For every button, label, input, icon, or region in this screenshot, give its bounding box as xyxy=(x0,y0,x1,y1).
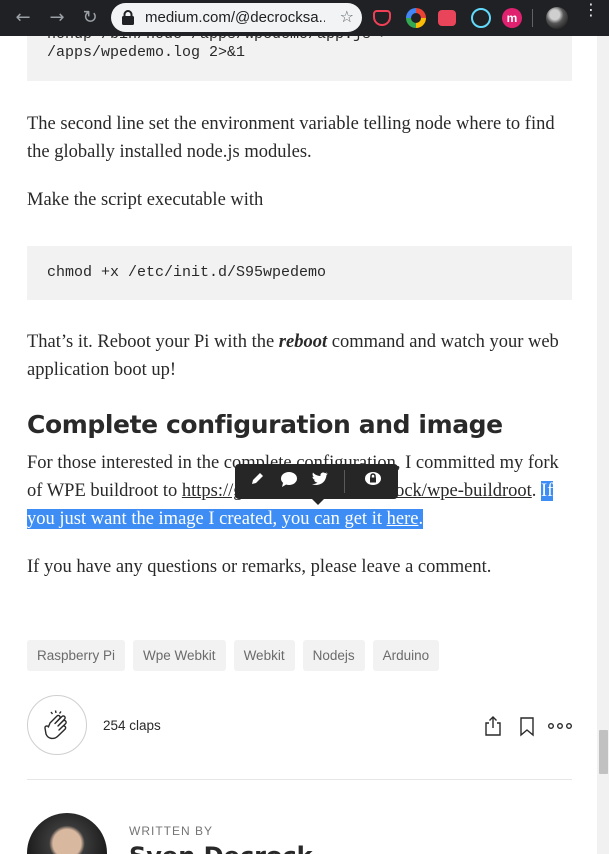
scrollbar-thumb[interactable] xyxy=(599,730,608,774)
google-extension-icon[interactable] xyxy=(406,8,426,28)
share-icon[interactable] xyxy=(482,715,504,737)
comment-icon[interactable] xyxy=(275,468,303,495)
toolbar-divider xyxy=(532,9,533,27)
paragraph: The second line set the environment vari… xyxy=(27,114,555,162)
image-link[interactable]: here xyxy=(387,509,419,529)
tag-arduino[interactable]: Arduino xyxy=(372,640,440,671)
react-devtools-icon[interactable] xyxy=(471,8,491,28)
clap-count: 254 claps xyxy=(103,718,161,733)
emphasis: reboot xyxy=(278,332,328,352)
text: . xyxy=(418,509,424,529)
reload-icon[interactable]: ↻ xyxy=(77,5,103,31)
clap-icon xyxy=(44,710,67,740)
more-options-icon[interactable] xyxy=(547,715,573,737)
menu-icon[interactable]: ⋮ xyxy=(583,2,599,18)
author-avatar[interactable] xyxy=(27,813,107,854)
bookmark-icon[interactable] xyxy=(516,715,538,737)
private-note-icon[interactable] xyxy=(359,468,387,495)
twitter-icon[interactable] xyxy=(306,468,334,495)
written-by-label: WRITTEN BY xyxy=(129,824,213,838)
tag-raspberry-pi[interactable]: Raspberry Pi xyxy=(27,640,126,671)
code-line: nohup /bin/node /apps/wpedemo/app.js > xyxy=(47,36,552,44)
code-block: chmod +x /etc/init.d/S95wpedemo xyxy=(27,246,572,300)
arrow-extension-icon[interactable] xyxy=(438,10,456,26)
divider xyxy=(27,779,572,780)
toolbar-separator xyxy=(344,470,345,493)
tag-list: Raspberry Pi Wpe Webkit Webkit Nodejs Ar… xyxy=(27,640,440,671)
tag-wpe-webkit[interactable]: Wpe Webkit xyxy=(133,640,226,671)
bookmark-star-icon[interactable]: ☆ xyxy=(340,7,354,26)
m-extension-icon[interactable]: m xyxy=(502,8,522,28)
paragraph: Make the script executable with xyxy=(27,190,264,210)
highlight-pen-icon[interactable] xyxy=(243,468,271,495)
lock-icon xyxy=(122,10,134,25)
forward-icon[interactable]: → xyxy=(44,5,70,31)
code-block: nohup /bin/node /apps/wpedemo/app.js > /… xyxy=(27,36,572,81)
clap-button[interactable] xyxy=(27,695,87,755)
url-text[interactable]: medium.com/@decrocksa... xyxy=(145,9,325,26)
tag-nodejs[interactable]: Nodejs xyxy=(302,640,365,671)
address-bar[interactable]: medium.com/@decrocksa... ☆ xyxy=(111,3,362,32)
browser-toolbar: ← → ↻ medium.com/@decrocksa... ☆ m ⋮ xyxy=(0,0,609,36)
back-icon[interactable]: ← xyxy=(10,5,36,31)
section-heading: Complete configuration and image xyxy=(27,410,503,439)
scrollbar[interactable] xyxy=(597,36,609,854)
code-line: /apps/wpedemo.log 2>&1 xyxy=(47,44,246,61)
text: That’s it. Reboot your Pi with the xyxy=(27,332,279,352)
article-content: nohup /bin/node /apps/wpedemo/app.js > /… xyxy=(0,36,597,854)
author-name[interactable]: Sven Decrock xyxy=(129,842,313,854)
tag-webkit[interactable]: Webkit xyxy=(233,640,295,671)
highlight-toolbar xyxy=(235,464,398,505)
pocket-extension-icon[interactable] xyxy=(373,10,391,26)
paragraph: If you have any questions or remarks, pl… xyxy=(27,557,492,577)
paragraph: That’s it. Reboot your Pi with the reboo… xyxy=(27,328,572,384)
text: . xyxy=(531,481,542,501)
profile-avatar[interactable] xyxy=(546,7,568,29)
